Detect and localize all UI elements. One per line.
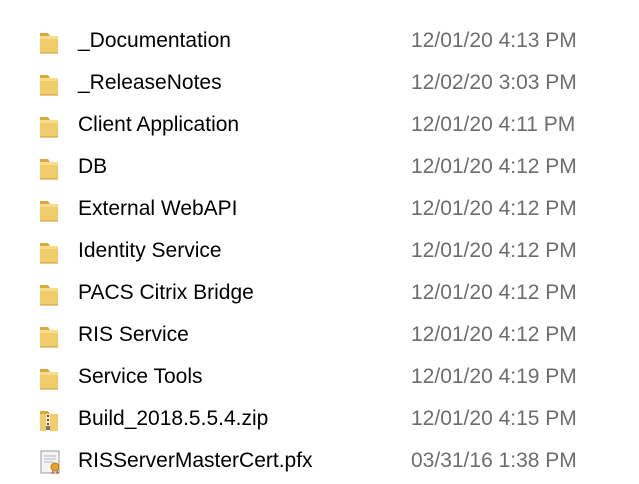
file-row-client-application[interactable]: Client Application 12/01/20 4:11 PM [0, 104, 639, 146]
file-name: Service Tools [78, 365, 203, 388]
file-name: RISServerMasterCert.pfx [78, 449, 313, 472]
file-name: Client Application [78, 113, 240, 136]
folder-icon [38, 197, 66, 223]
file-name: Build_2018.5.5.4.zip [78, 407, 269, 430]
folder-icon [38, 155, 66, 181]
file-row-identity-service[interactable]: Identity Service 12/01/20 4:12 PM [0, 230, 639, 272]
date-modified: 12/01/20 4:12 PM [411, 281, 577, 304]
folder-icon [38, 239, 66, 265]
file-name: _ReleaseNotes [78, 71, 222, 94]
file-row-documentation[interactable]: _Documentation 12/01/20 4:13 PM [0, 20, 639, 62]
file-row-db[interactable]: DB 12/01/20 4:12 PM [0, 146, 639, 188]
file-name: Identity Service [78, 239, 222, 262]
certificate-file-icon [38, 449, 66, 475]
date-modified: 12/02/20 3:03 PM [411, 71, 577, 94]
file-row-pacs-citrix-bridge[interactable]: PACS Citrix Bridge 12/01/20 4:12 PM [0, 272, 639, 314]
date-modified: 12/01/20 4:12 PM [411, 323, 577, 346]
file-row-service-tools[interactable]: Service Tools 12/01/20 4:19 PM [0, 356, 639, 398]
folder-icon [38, 281, 66, 307]
date-modified: 12/01/20 4:19 PM [411, 365, 577, 388]
date-modified: 12/01/20 4:12 PM [411, 197, 577, 220]
file-row-ris-service[interactable]: RIS Service 12/01/20 4:12 PM [0, 314, 639, 356]
date-modified: 12/01/20 4:12 PM [411, 155, 577, 178]
date-modified: 12/01/20 4:11 PM [411, 113, 576, 136]
file-name: External WebAPI [78, 197, 238, 220]
file-name: RIS Service [78, 323, 189, 346]
file-name: _Documentation [78, 29, 231, 52]
file-row-cert-pfx[interactable]: RISServerMasterCert.pfx 03/31/16 1:38 PM [0, 440, 639, 482]
file-name: PACS Citrix Bridge [78, 281, 254, 304]
file-list: _Documentation 12/01/20 4:13 PM _Release… [0, 20, 639, 482]
file-row-build-zip[interactable]: Build_2018.5.5.4.zip 12/01/20 4:15 PM [0, 398, 639, 440]
zip-archive-icon [38, 407, 66, 433]
file-name: DB [78, 155, 108, 178]
date-modified: 12/01/20 4:13 PM [411, 29, 577, 52]
folder-icon [38, 113, 66, 139]
folder-icon [38, 365, 66, 391]
file-row-releasenotes[interactable]: _ReleaseNotes 12/02/20 3:03 PM [0, 62, 639, 104]
folder-icon [38, 29, 66, 55]
folder-icon [38, 71, 66, 97]
date-modified: 12/01/20 4:15 PM [411, 407, 577, 430]
date-modified: 03/31/16 1:38 PM [411, 449, 577, 472]
file-row-external-webapi[interactable]: External WebAPI 12/01/20 4:12 PM [0, 188, 639, 230]
folder-icon [38, 323, 66, 349]
date-modified: 12/01/20 4:12 PM [411, 239, 577, 262]
